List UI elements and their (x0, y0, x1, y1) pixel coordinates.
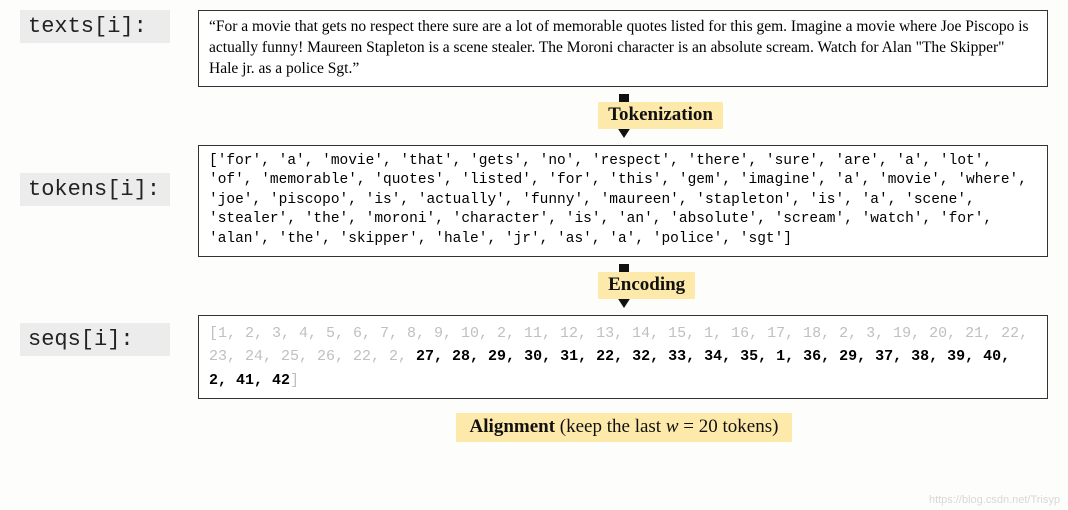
seqs-box: [1, 2, 3, 4, 5, 6, 7, 8, 9, 10, 2, 11, 1… (198, 315, 1048, 400)
alignment-suffix: = 20 tokens) (679, 416, 779, 437)
encoding-arrow-row: Encoding (0, 257, 1068, 315)
watermark: https://blog.csdn.net/Trisyp (929, 494, 1060, 506)
texts-label: texts[i]: (20, 10, 170, 43)
seqs-suffix: ] (290, 372, 299, 389)
texts-row: texts[i]: “For a movie that gets no resp… (0, 10, 1068, 87)
tokenization-label: Tokenization (598, 102, 723, 129)
alignment-row: Alignment (keep the last w = 20 tokens) (0, 413, 1068, 442)
tokens-box: ['for', 'a', 'movie', 'that', 'gets', 'n… (198, 145, 1048, 257)
alignment-italic: w (666, 416, 679, 437)
tokens-label: tokens[i]: (20, 173, 170, 206)
seqs-row: seqs[i]: [1, 2, 3, 4, 5, 6, 7, 8, 9, 10,… (0, 315, 1068, 400)
alignment-bold: Alignment (470, 416, 556, 437)
alignment-label: Alignment (keep the last w = 20 tokens) (456, 413, 793, 442)
alignment-prefix: (keep the last (555, 416, 666, 437)
tokens-row: tokens[i]: ['for', 'a', 'movie', 'that',… (0, 145, 1068, 257)
texts-box: “For a movie that gets no respect there … (198, 10, 1048, 87)
tokenization-arrow-row: Tokenization (0, 87, 1068, 145)
seqs-label: seqs[i]: (20, 323, 170, 356)
encoding-label: Encoding (598, 272, 695, 299)
